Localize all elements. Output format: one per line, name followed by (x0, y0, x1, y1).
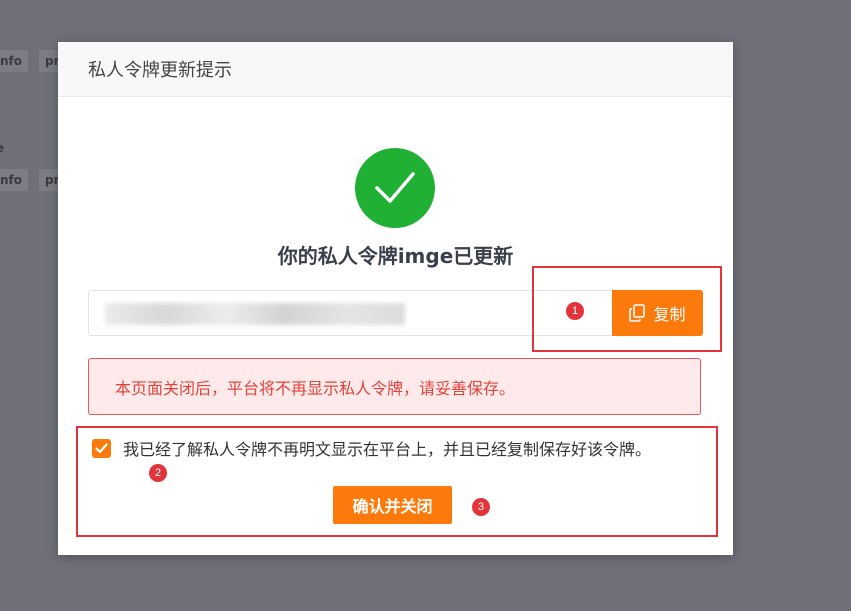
warning-text: 本页面关闭后，平台将不再显示私人令牌，请妥善保存。 (115, 378, 516, 398)
annotation-box-copy (532, 266, 722, 352)
background-tag: nfo (0, 50, 29, 72)
check-icon (375, 172, 415, 203)
annotation-marker: 1 (566, 302, 584, 320)
dialog-title: 私人令牌更新提示 (88, 60, 232, 81)
background-tag: nfo (0, 169, 29, 191)
annotation-box-confirm (76, 426, 718, 537)
success-icon (355, 148, 435, 228)
dialog-header: 私人令牌更新提示 (58, 42, 733, 97)
annotation-marker: 3 (472, 498, 490, 516)
annotation-marker: 2 (149, 464, 167, 482)
background-fragment: e (0, 141, 5, 155)
token-value-masked (105, 303, 405, 325)
warning-alert: 本页面关闭后，平台将不再显示私人令牌，请妥善保存。 (88, 358, 701, 415)
success-headline: 你的私人令牌imge已更新 (277, 244, 514, 268)
